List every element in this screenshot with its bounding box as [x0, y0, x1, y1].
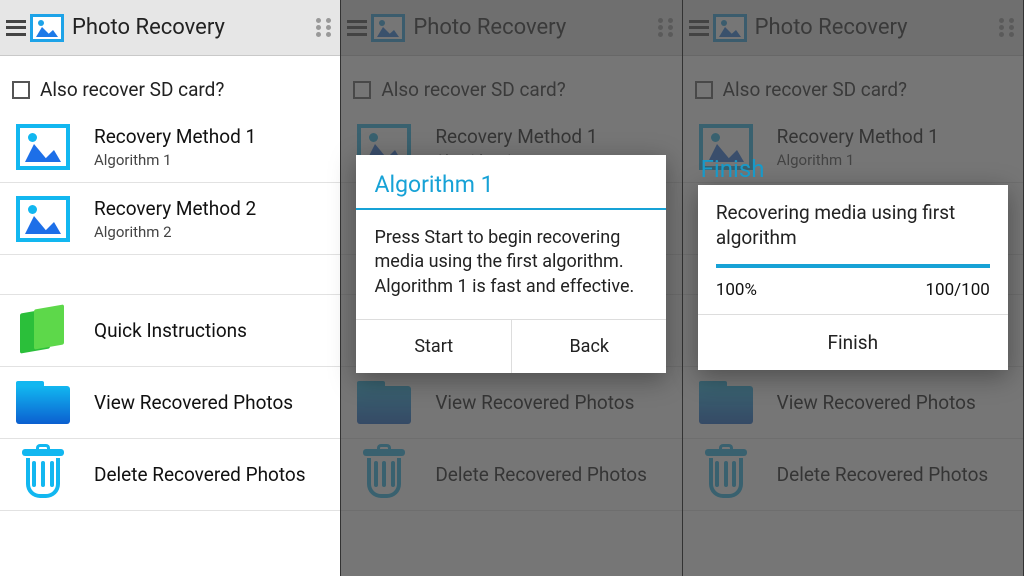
modal-overlay: Algorithm 1 Press Start to begin recover… — [341, 0, 681, 576]
app-bar: Photo Recovery — [0, 0, 340, 56]
progress-dialog: Recovering media using first algorithm 1… — [698, 185, 1008, 370]
progress-bar — [698, 258, 1008, 272]
back-button[interactable]: Back — [511, 320, 667, 373]
progress-percent: 100% — [716, 280, 757, 300]
photo-icon — [16, 196, 70, 242]
method-1-row[interactable]: Recovery Method 1 Algorithm 1 — [0, 111, 340, 183]
finish-heading: Finish — [701, 155, 765, 183]
book-icon — [20, 307, 66, 355]
progress-count: 100/100 — [925, 280, 989, 300]
method-2-title: Recovery Method 2 — [94, 197, 256, 220]
sd-card-row[interactable]: Also recover SD card? — [0, 56, 340, 111]
folder-icon — [16, 381, 70, 425]
screen-main: Photo Recovery Also recover SD card? Rec… — [0, 0, 341, 576]
view-label: View Recovered Photos — [94, 391, 293, 414]
method-2-row[interactable]: Recovery Method 2 Algorithm 2 — [0, 183, 340, 255]
method-2-sub: Algorithm 2 — [94, 223, 256, 241]
dialog-body: Press Start to begin recovering media us… — [356, 220, 666, 319]
screen-dialog-progress: Photo Recovery Also recover SD card? Rec… — [683, 0, 1024, 576]
dialog-divider — [356, 208, 666, 210]
overflow-icon[interactable] — [316, 18, 334, 37]
photo-icon — [16, 124, 70, 170]
view-recovered-row[interactable]: View Recovered Photos — [0, 367, 340, 439]
divider — [0, 255, 340, 295]
method-1-title: Recovery Method 1 — [94, 125, 256, 148]
dialog-title: Algorithm 1 — [356, 155, 666, 208]
trash-icon — [20, 449, 66, 501]
modal-overlay: Finish Recovering media using first algo… — [683, 0, 1023, 576]
quick-label: Quick Instructions — [94, 319, 247, 342]
screen-dialog-start: Photo Recovery Also recover SD card? Rec… — [341, 0, 682, 576]
algorithm-dialog: Algorithm 1 Press Start to begin recover… — [356, 155, 666, 373]
app-logo-icon — [30, 14, 64, 42]
method-1-sub: Algorithm 1 — [94, 151, 256, 169]
finish-button[interactable]: Finish — [698, 314, 1008, 370]
start-button[interactable]: Start — [356, 320, 511, 373]
delete-label: Delete Recovered Photos — [94, 463, 306, 486]
app-title: Photo Recovery — [72, 15, 316, 40]
sd-label: Also recover SD card? — [40, 78, 224, 101]
quick-instructions-row[interactable]: Quick Instructions — [0, 295, 340, 367]
menu-icon[interactable] — [6, 20, 26, 36]
delete-recovered-row[interactable]: Delete Recovered Photos — [0, 439, 340, 511]
progress-body: Recovering media using first algorithm — [698, 185, 1008, 258]
sd-checkbox[interactable] — [12, 81, 30, 99]
